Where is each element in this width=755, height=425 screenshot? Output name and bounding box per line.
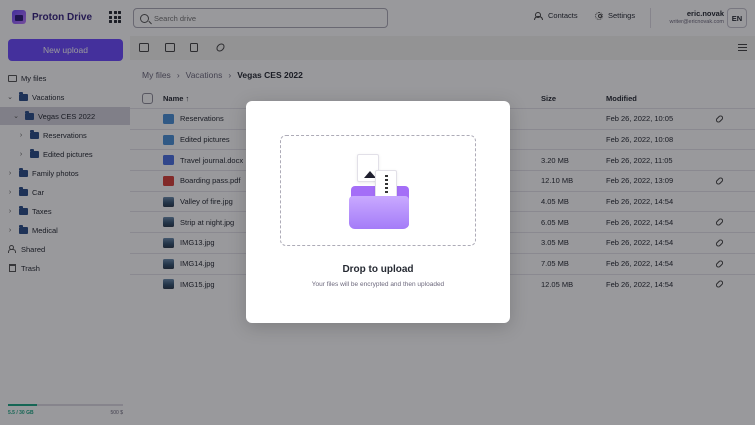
zipper-icon	[385, 175, 388, 195]
dropzone[interactable]	[280, 135, 476, 246]
drop-to-upload-modal: Drop to upload Your files will be encryp…	[246, 101, 510, 323]
upload-illustration	[349, 150, 413, 230]
drop-overlay: Drop to upload Your files will be encryp…	[0, 0, 755, 425]
modal-title: Drop to upload	[342, 264, 414, 275]
modal-subtitle: Your files will be encrypted and then up…	[311, 281, 445, 288]
folder-icon	[349, 196, 409, 229]
